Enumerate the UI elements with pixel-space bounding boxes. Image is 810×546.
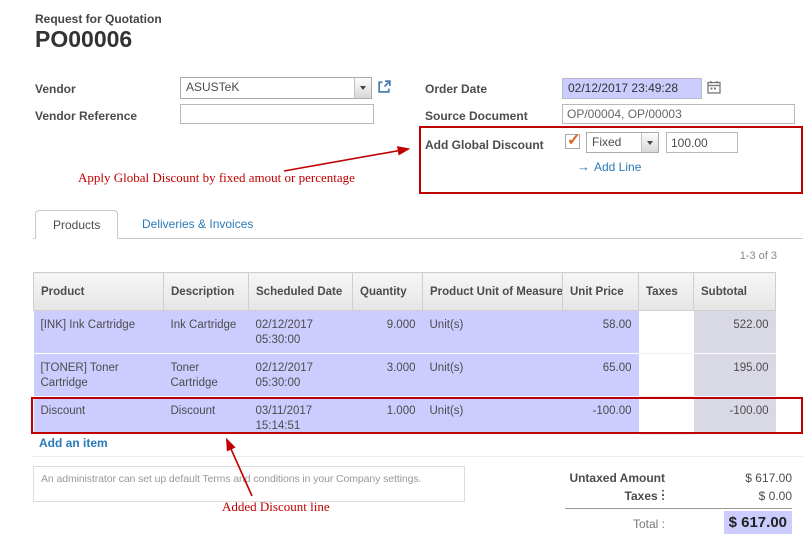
table-row[interactable]: [INK] Ink Cartridge Ink Cartridge 02/12/… (34, 311, 776, 354)
col-header-taxes[interactable]: Taxes (639, 273, 694, 311)
doc-type-label: Request for Quotation (35, 12, 162, 26)
source-document-label: Source Document (425, 109, 528, 123)
total-label: Total : (565, 517, 665, 531)
col-header-quantity[interactable]: Quantity (353, 273, 423, 311)
order-date-label: Order Date (425, 82, 487, 96)
vendor-reference-label: Vendor Reference (35, 109, 137, 123)
page-title: PO00006 (35, 26, 132, 53)
tab-deliveries-invoices[interactable]: Deliveries & Invoices (125, 210, 270, 239)
cell-product[interactable]: Discount (34, 397, 164, 435)
cell-description[interactable]: Discount (164, 397, 249, 435)
add-an-item-link[interactable]: Add an item (39, 436, 108, 450)
external-link-icon[interactable] (377, 79, 392, 94)
total-value: $ 617.00 (724, 511, 792, 534)
add-line-arrow-icon (577, 158, 590, 176)
col-header-unit-price[interactable]: Unit Price (563, 273, 639, 311)
cell-unit-price[interactable]: 65.00 (563, 354, 639, 397)
table-header-row: Product Description Scheduled Date Quant… (34, 273, 776, 311)
cell-uom[interactable]: Unit(s) (423, 354, 563, 397)
col-header-scheduled-date[interactable]: Scheduled Date (249, 273, 353, 311)
cell-uom[interactable]: Unit(s) (423, 397, 563, 435)
global-discount-label: Add Global Discount (425, 138, 544, 152)
vendor-label: Vendor (35, 82, 76, 96)
vendor-select-value: ASUSTeK (181, 78, 354, 98)
cell-product[interactable]: [INK] Ink Cartridge (34, 311, 164, 354)
totals-divider (565, 508, 792, 509)
taxes-label: Taxes : (565, 489, 665, 503)
annotation-global-discount-note: Apply Global Discount by fixed amout or … (78, 170, 355, 186)
discount-amount-input[interactable] (666, 132, 738, 153)
rfq-page: Request for Quotation PO00006 Vendor ASU… (0, 0, 810, 546)
col-header-product[interactable]: Product (34, 273, 164, 311)
cell-scheduled-date[interactable]: 02/12/2017 05:30:00 (249, 354, 353, 397)
discount-type-select[interactable]: Fixed (586, 132, 659, 153)
cell-subtotal[interactable]: -100.00 (694, 397, 776, 435)
cell-taxes[interactable] (639, 397, 694, 435)
cell-quantity[interactable]: 9.000 (353, 311, 423, 354)
col-header-uom[interactable]: Product Unit of Measure (423, 273, 563, 311)
cell-description[interactable]: Toner Cartridge (164, 354, 249, 397)
table-row-discount[interactable]: Discount Discount 03/11/2017 15:14:51 1.… (34, 397, 776, 435)
untaxed-amount-value: $ 617.00 (667, 471, 792, 485)
add-line-label: Add Line (594, 160, 641, 174)
global-discount-checkbox[interactable] (565, 134, 580, 149)
table-row[interactable]: [TONER] Toner Cartridge Toner Cartridge … (34, 354, 776, 397)
total-value-wrap: $ 617.00 (697, 511, 792, 534)
tab-products[interactable]: Products (35, 210, 118, 239)
cell-taxes[interactable] (639, 354, 694, 397)
cell-product[interactable]: [TONER] Toner Cartridge (34, 354, 164, 397)
chevron-down-icon[interactable] (641, 133, 658, 152)
notebook-tab-bar: Products Deliveries & Invoices (33, 210, 803, 239)
cell-taxes[interactable] (639, 311, 694, 354)
cell-quantity[interactable]: 3.000 (353, 354, 423, 397)
chevron-down-icon[interactable] (354, 78, 371, 98)
cell-scheduled-date[interactable]: 02/12/2017 05:30:00 (249, 311, 353, 354)
cell-subtotal[interactable]: 195.00 (694, 354, 776, 397)
terms-notes-area[interactable]: An administrator can set up default Term… (33, 466, 465, 502)
col-header-description[interactable]: Description (164, 273, 249, 311)
discount-type-value: Fixed (587, 133, 641, 152)
cell-unit-price[interactable]: 58.00 (563, 311, 639, 354)
cell-uom[interactable]: Unit(s) (423, 311, 563, 354)
cell-subtotal[interactable]: 522.00 (694, 311, 776, 354)
order-date-field[interactable]: 02/12/2017 23:49:28 (562, 78, 702, 99)
order-lines-table: Product Description Scheduled Date Quant… (33, 272, 776, 435)
cell-unit-price[interactable]: -100.00 (563, 397, 639, 435)
vendor-reference-input[interactable] (180, 104, 374, 124)
vendor-select[interactable]: ASUSTeK (180, 77, 372, 99)
cell-scheduled-date[interactable]: 03/11/2017 15:14:51 (249, 397, 353, 435)
col-header-subtotal[interactable]: Subtotal (694, 273, 776, 311)
annotation-discount-line-note: Added Discount line (222, 499, 330, 515)
add-line-link[interactable]: Add Line (577, 158, 641, 176)
pager: 1-3 of 3 (740, 250, 777, 262)
cell-description[interactable]: Ink Cartridge (164, 311, 249, 354)
source-document-input[interactable] (562, 104, 795, 124)
calendar-icon[interactable] (707, 80, 721, 94)
cell-quantity[interactable]: 1.000 (353, 397, 423, 435)
footer-divider (33, 456, 803, 457)
taxes-value: $ 0.00 (667, 489, 792, 503)
